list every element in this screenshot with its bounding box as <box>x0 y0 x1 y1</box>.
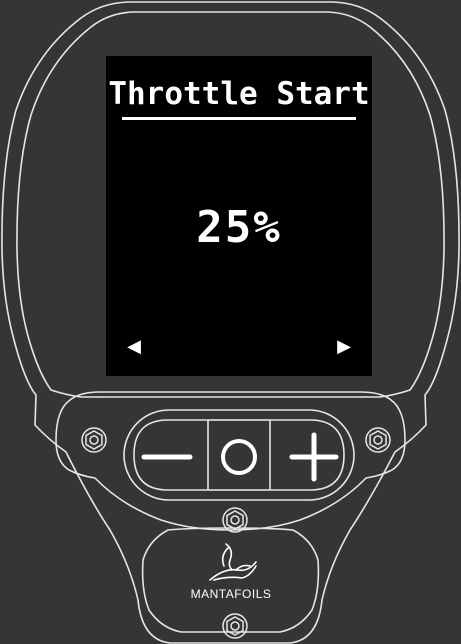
minus-button[interactable] <box>128 414 208 496</box>
throttle-value: 25% <box>196 202 282 253</box>
circle-icon <box>221 439 257 475</box>
brand: MANTAFOILS <box>150 540 312 610</box>
display-screen: Throttle Start 25% ◀ ▶ <box>106 56 372 376</box>
screw-bottom-icon <box>222 613 248 639</box>
plus-icon <box>289 432 339 482</box>
triangle-right-icon[interactable]: ▶ <box>334 337 354 357</box>
screen-title: Throttle Start <box>108 76 370 112</box>
screw-right-icon <box>365 427 391 453</box>
manta-logo-icon <box>209 543 257 581</box>
remote-device: Throttle Start 25% ◀ ▶ MANTAFOILS <box>0 0 461 644</box>
title-underline <box>122 117 356 120</box>
screw-left-icon <box>81 427 107 453</box>
brand-name: MANTAFOILS <box>190 587 272 601</box>
plus-button[interactable] <box>270 414 350 496</box>
triangle-left-icon[interactable]: ◀ <box>124 337 144 357</box>
screw-center-icon <box>222 507 248 533</box>
ok-button[interactable] <box>208 414 270 496</box>
